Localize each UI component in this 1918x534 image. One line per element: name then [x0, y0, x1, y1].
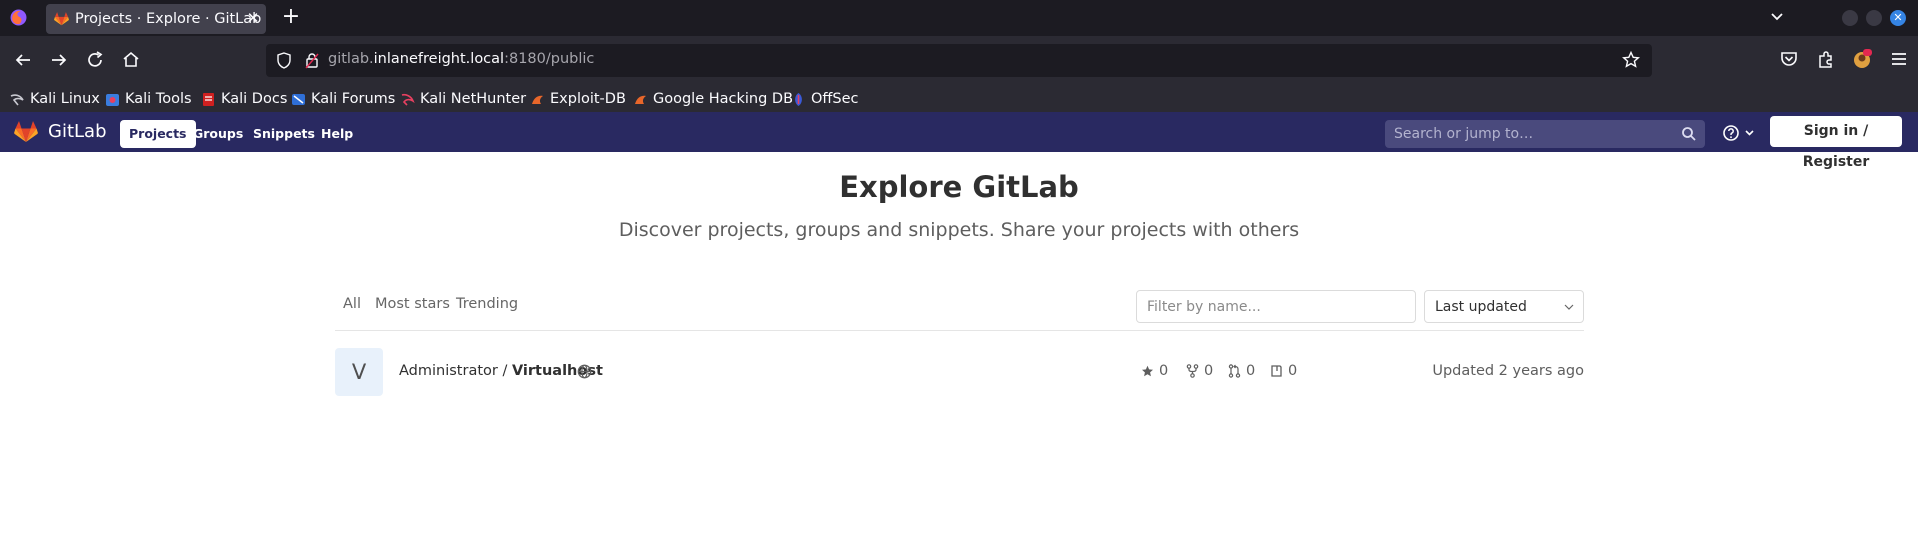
bookmark-offsec[interactable]: OffSec [791, 89, 859, 109]
gitlab-logo-icon[interactable] [14, 121, 38, 143]
project-avatar[interactable]: V [335, 348, 383, 396]
gitlab-favicon-icon [54, 12, 69, 26]
gitlab-header: GitLab Projects Groups Snippets Help Sea… [0, 112, 1918, 170]
tracking-protection-shield-icon[interactable] [276, 52, 292, 69]
firefox-menu-icon[interactable] [10, 9, 27, 26]
chevron-down-icon [1564, 304, 1574, 310]
divider [335, 330, 1584, 331]
home-icon[interactable] [120, 49, 142, 71]
exploitdb-icon [532, 95, 543, 104]
page-subtitle: Discover projects, groups and snippets. … [618, 219, 1300, 241]
bookmark-star-icon[interactable] [1622, 51, 1640, 69]
star-icon [1142, 365, 1153, 376]
maximize-window-button[interactable] [1866, 10, 1882, 26]
page-info-icon[interactable] [304, 52, 320, 69]
account-avatar-icon[interactable] [1851, 48, 1873, 70]
nethunter-icon [401, 93, 415, 106]
browser-navigation-bar: gitlab.inlanefreight.local:8180/public [0, 36, 1918, 86]
project-row[interactable]: V Administrator / Virtualhost 0 0 0 0 Up… [335, 348, 1584, 396]
filter-by-name-input[interactable]: Filter by name... [1136, 290, 1416, 323]
back-arrow-icon[interactable] [12, 49, 34, 71]
nav-help[interactable]: Help [312, 120, 362, 148]
fork-icon [1186, 364, 1199, 378]
search-icon [1682, 127, 1696, 141]
tab-title: Projects · Explore · GitLab [75, 11, 262, 27]
project-issues[interactable]: 0 [1270, 363, 1297, 379]
issues-icon [1271, 365, 1282, 377]
bookmark-kali-linux[interactable]: Kali Linux [10, 89, 100, 109]
page-title: Explore GitLab [839, 170, 1079, 204]
bookmarks-toolbar: Kali Linux Kali Tools Kali Docs Kali For… [0, 86, 1918, 112]
browser-tab-bar: Projects · Explore · GitLab ✕ + ✕ [0, 0, 1918, 36]
sort-selected-value: Last updated [1435, 299, 1527, 315]
public-visibility-globe-icon [577, 364, 592, 379]
kali-tools-icon [106, 93, 119, 106]
offsec-icon [795, 92, 802, 106]
project-full-name[interactable]: Administrator / Virtualhost [399, 363, 603, 379]
kali-docs-icon [203, 92, 214, 106]
pocket-icon[interactable] [1778, 48, 1800, 70]
new-tab-icon[interactable]: + [280, 6, 302, 30]
tab-most-stars[interactable]: Most stars [375, 296, 450, 312]
bookmark-kali-nethunter[interactable]: Kali NetHunter [400, 89, 526, 109]
bookmark-exploit-db[interactable]: Exploit-DB [530, 89, 626, 109]
app-menu-hamburger-icon[interactable] [1888, 48, 1910, 70]
bookmark-kali-tools[interactable]: Kali Tools [105, 89, 192, 109]
search-input[interactable]: Search or jump to… [1385, 120, 1705, 148]
project-stars[interactable]: 0 [1141, 363, 1168, 379]
help-question-icon[interactable] [1722, 124, 1758, 142]
tab-all[interactable]: All [343, 296, 361, 312]
project-updated-time: Updated 2 years ago [1432, 363, 1584, 379]
project-merge-requests[interactable]: 0 [1228, 363, 1255, 379]
bookmark-kali-forums[interactable]: Kali Forums [291, 89, 395, 109]
url-text: gitlab.inlanefreight.local:8180/public [328, 51, 595, 67]
sign-in-register-button[interactable]: Sign in / Register [1770, 116, 1902, 170]
minimize-window-button[interactable] [1842, 10, 1858, 26]
kali-dragon-icon [10, 93, 24, 105]
nav-groups[interactable]: Groups [184, 120, 252, 148]
tab-trending[interactable]: Trending [456, 296, 518, 312]
url-bar[interactable]: gitlab.inlanefreight.local:8180/public [266, 44, 1652, 77]
bookmark-google-hacking-db[interactable]: Google Hacking DB [633, 89, 793, 109]
sort-dropdown[interactable]: Last updated [1424, 290, 1584, 323]
ghdb-icon [635, 95, 646, 104]
filter-placeholder: Filter by name... [1147, 299, 1261, 315]
merge-request-icon [1228, 364, 1241, 378]
project-forks[interactable]: 0 [1186, 363, 1213, 379]
reload-icon[interactable] [84, 49, 106, 71]
forward-arrow-icon[interactable] [48, 49, 70, 71]
bookmark-kali-docs[interactable]: Kali Docs [201, 89, 287, 109]
kali-forums-icon [292, 93, 305, 105]
list-all-tabs-icon[interactable] [1768, 8, 1786, 26]
tab-close-icon[interactable]: ✕ [244, 8, 262, 28]
active-tab[interactable]: Projects · Explore · GitLab ✕ [46, 4, 266, 34]
search-placeholder: Search or jump to… [1394, 126, 1534, 142]
close-window-button[interactable]: ✕ [1890, 10, 1906, 26]
extensions-puzzle-icon[interactable] [1815, 48, 1837, 70]
gitlab-brand-text[interactable]: GitLab [48, 121, 107, 142]
